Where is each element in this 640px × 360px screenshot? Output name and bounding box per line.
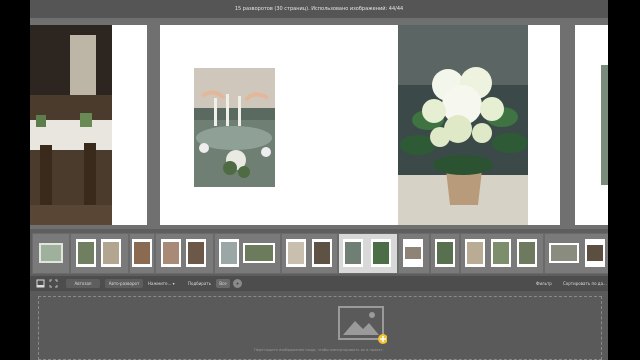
prev-spread-left-page[interactable]: [30, 25, 112, 225]
image-dropzone[interactable]: Перетащите изображения сюда, чтобы импор…: [30, 291, 608, 360]
next-photo-edge: [601, 65, 608, 185]
film-spread-8[interactable]: [398, 233, 430, 274]
autoflip-button[interactable]: Авто-разворот: [105, 279, 143, 288]
spread-filmstrip[interactable]: [30, 229, 608, 276]
add-button[interactable]: +: [233, 279, 242, 288]
film-spread-10[interactable]: [460, 233, 544, 274]
dining-room-photo: [30, 25, 112, 225]
film-spread-2[interactable]: [70, 233, 129, 274]
add-image-icon: [338, 306, 387, 344]
film-spread-selected[interactable]: [338, 233, 398, 274]
all-button[interactable]: Все: [216, 279, 230, 288]
next-spread-page[interactable]: [575, 25, 608, 225]
film-spread-4[interactable]: [155, 233, 214, 274]
spread-right-page[interactable]: [360, 25, 560, 225]
sort-dropdown[interactable]: Сортировать по да...: [563, 279, 608, 288]
hint-label: Нажмите...: [148, 281, 172, 286]
expand-icon[interactable]: [49, 279, 58, 288]
filter-button[interactable]: Фильтр: [536, 279, 560, 288]
film-spread-6[interactable]: [281, 233, 338, 274]
dropzone-hint: Перетащите изображения сюда, чтобы импор…: [254, 348, 384, 352]
film-spread-9[interactable]: [430, 233, 460, 274]
photobook-editor: 15 разворотов (30 страниц). Использовано…: [30, 0, 608, 360]
spread-canvas[interactable]: [30, 18, 608, 229]
autofill-button[interactable]: Автозап: [66, 279, 100, 288]
spread-left-page[interactable]: [160, 25, 360, 225]
bottom-toolbar: Автозап Авто-разворот Нажмите... ▾ Подби…: [30, 276, 608, 291]
project-status: 15 разворотов (30 страниц). Использовано…: [234, 6, 404, 12]
film-spread-1[interactable]: [32, 233, 70, 274]
fit-toggle[interactable]: Подбирать: [188, 279, 216, 288]
hint-dropdown[interactable]: Нажмите... ▾: [148, 279, 188, 288]
table-toast-photo[interactable]: [194, 68, 275, 187]
sort-label: Сортировать по да...: [563, 281, 607, 286]
flower-bouquet-photo[interactable]: [398, 25, 528, 225]
film-spread-5[interactable]: [214, 233, 281, 274]
grid-view-icon[interactable]: [36, 279, 45, 288]
chevron-down-icon: ▾: [172, 281, 175, 286]
film-spread-11[interactable]: [544, 233, 608, 274]
film-spread-3[interactable]: [129, 233, 155, 274]
status-bar: 15 разворотов (30 страниц). Использовано…: [30, 0, 608, 18]
prev-spread-right-page[interactable]: [112, 25, 147, 225]
